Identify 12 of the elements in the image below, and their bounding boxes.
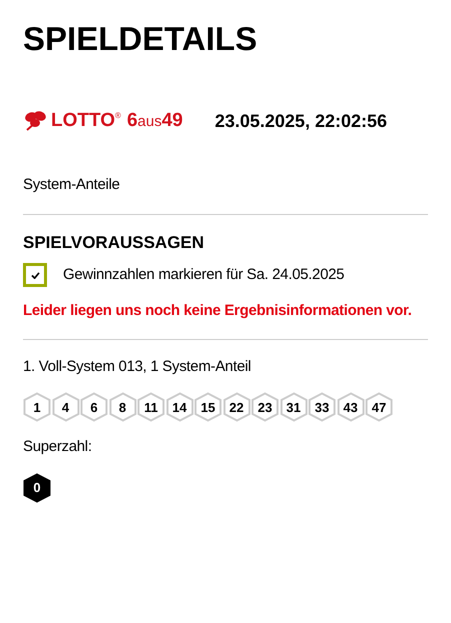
game-label: 1. Voll-System 013, 1 System-Anteil	[23, 356, 252, 377]
date-time: 23.05.2025, 22:02:56	[214, 110, 388, 133]
check-icon	[30, 272, 40, 279]
notice-text: Leider liegen uns noch keine Ergebnisinformationen vor.	[23, 301, 413, 322]
clover-icon	[23, 111, 47, 132]
ticket-type: System-Anteile	[23, 174, 121, 194]
superzahl-label: Superzahl:	[23, 437, 93, 458]
logo-text: LOTTO$^{®}$ 6aus49	[51, 109, 183, 133]
page-title: SPIELDETAILS	[23, 22, 258, 55]
checkbox[interactable]	[23, 263, 47, 288]
checkbox-label: Gewinnzahlen markieren für Sa. 24.05.2025	[63, 265, 344, 286]
section-heading: SPIELVORAUSSAGEN	[23, 233, 206, 254]
